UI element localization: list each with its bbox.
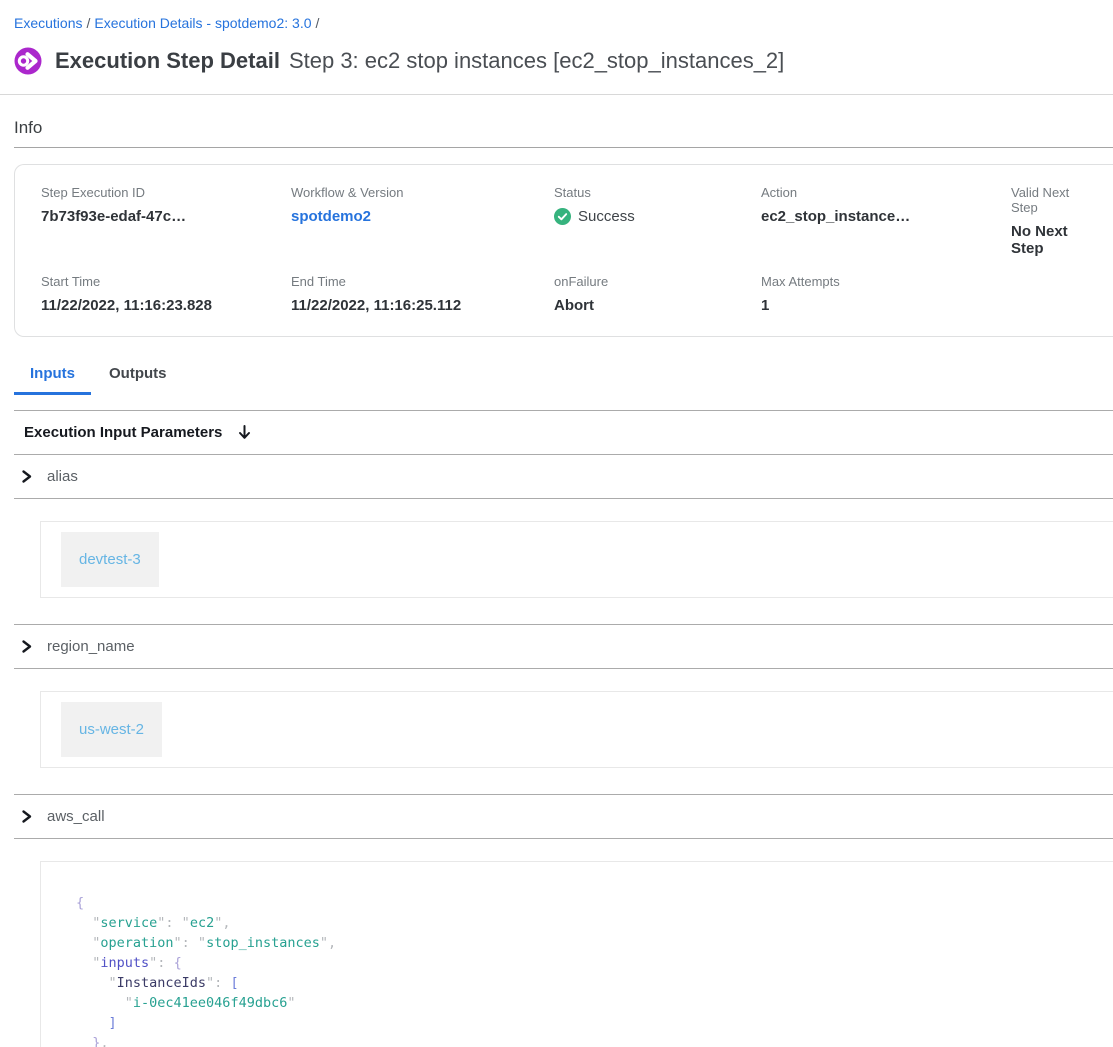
- field-end-time: End Time 11/22/2022, 11:16:25.112: [291, 274, 554, 314]
- field-onfailure: onFailure Abort: [554, 274, 761, 314]
- divider: [14, 838, 1113, 839]
- info-card: Step Execution ID 7b73f93e-edaf-47c… Wor…: [14, 164, 1113, 337]
- field-label: Status: [554, 185, 761, 200]
- param-value-panel-aws-call: { "service": "ec2", "operation": "stop_i…: [40, 861, 1113, 1047]
- field-start-time: Start Time 11/22/2022, 11:16:23.828: [41, 274, 291, 314]
- execution-input-parameters-header[interactable]: Execution Input Parameters: [0, 411, 1113, 454]
- aws-call-code: { "service": "ec2", "operation": "stop_i…: [76, 893, 1113, 1047]
- success-icon: [554, 208, 571, 225]
- field-label: Valid Next Step: [1011, 185, 1087, 215]
- divider: [14, 147, 1113, 148]
- param-value-panel-alias: devtest-3: [40, 521, 1113, 598]
- status-badge: Success: [554, 208, 761, 225]
- info-section-title: Info: [14, 118, 1113, 138]
- page-subtitle: Step 3: ec2 stop instances [ec2_stop_ins…: [289, 48, 784, 74]
- field-value: 1: [761, 297, 1011, 314]
- breadcrumb-separator: /: [312, 15, 324, 31]
- field-max-attempts: Max Attempts 1: [761, 274, 1011, 314]
- field-action: Action ec2_stop_instance…: [761, 185, 1011, 257]
- field-label: Start Time: [41, 274, 291, 289]
- section-title: Execution Input Parameters: [24, 424, 222, 441]
- field-value: No Next Step: [1011, 223, 1087, 257]
- divider: [14, 498, 1113, 499]
- field-label: End Time: [291, 274, 554, 289]
- field-label: Workflow & Version: [291, 185, 554, 200]
- tab-inputs[interactable]: Inputs: [14, 359, 91, 395]
- field-label: Max Attempts: [761, 274, 1011, 289]
- field-label: Step Execution ID: [41, 185, 291, 200]
- arrow-down-icon: [237, 424, 252, 441]
- page-title: Execution Step Detail: [55, 48, 280, 74]
- status-text: Success: [578, 208, 635, 225]
- breadcrumb-separator: /: [82, 15, 94, 31]
- param-name: region_name: [47, 638, 135, 655]
- workflow-link[interactable]: spotdemo2: [291, 208, 554, 225]
- field-value: Abort: [554, 297, 761, 314]
- param-value-chip: devtest-3: [61, 532, 159, 587]
- tab-bar: Inputs Outputs: [0, 359, 1113, 395]
- field-value: 11/22/2022, 11:16:25.112: [291, 297, 554, 314]
- field-workflow-version: Workflow & Version spotdemo2: [291, 185, 554, 257]
- breadcrumb-link-executions[interactable]: Executions: [14, 15, 82, 31]
- breadcrumb-link-execution-details[interactable]: Execution Details - spotdemo2: 3.0: [94, 15, 311, 31]
- chevron-right-icon: [20, 639, 33, 654]
- field-value: 11/22/2022, 11:16:23.828: [41, 297, 291, 314]
- field-value: 7b73f93e-edaf-47c…: [41, 208, 291, 225]
- chevron-right-icon: [20, 469, 33, 484]
- field-label: Action: [761, 185, 1011, 200]
- page-header: Execution Step Detail Step 3: ec2 stop i…: [14, 47, 1113, 75]
- param-row-aws-call[interactable]: aws_call: [0, 795, 1113, 838]
- chevron-right-icon: [20, 809, 33, 824]
- breadcrumb: Executions/Execution Details - spotdemo2…: [0, 0, 1113, 31]
- field-label: onFailure: [554, 274, 761, 289]
- param-name: alias: [47, 468, 78, 485]
- param-value-panel-region-name: us-west-2: [40, 691, 1113, 768]
- divider: [0, 94, 1113, 95]
- param-name: aws_call: [47, 808, 105, 825]
- field-value: ec2_stop_instance…: [761, 208, 1011, 225]
- field-status: Status Success: [554, 185, 761, 257]
- divider: [14, 668, 1113, 669]
- param-row-alias[interactable]: alias: [0, 455, 1113, 498]
- tab-outputs[interactable]: Outputs: [93, 359, 183, 395]
- field-step-execution-id: Step Execution ID 7b73f93e-edaf-47c…: [41, 185, 291, 257]
- field-valid-next-step: Valid Next Step No Next Step: [1011, 185, 1087, 257]
- workflow-logo-icon: [14, 47, 42, 75]
- param-row-region-name[interactable]: region_name: [0, 625, 1113, 668]
- param-value-chip: us-west-2: [61, 702, 162, 757]
